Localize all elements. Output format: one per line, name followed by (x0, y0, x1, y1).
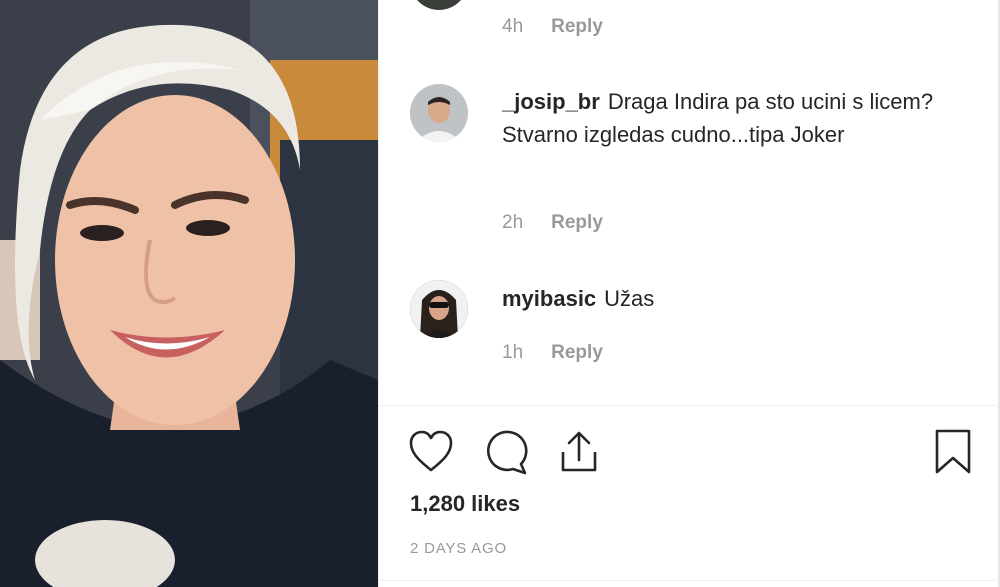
comment-meta: 4h Reply (502, 16, 603, 38)
avatar[interactable] (410, 84, 468, 142)
comment-text: _josip_br Draga Indira pa sto ucini s lic… (502, 85, 942, 151)
comment-time: 2h (502, 212, 524, 233)
comment-meta: 2h Reply (502, 212, 603, 234)
comment-username[interactable]: _josip_br (502, 89, 600, 114)
section-divider (378, 405, 1000, 406)
likes-count[interactable]: 1,280 likes (410, 491, 520, 517)
comment-meta: 1h Reply (502, 342, 603, 364)
comment-username[interactable]: myibasic (502, 286, 596, 311)
avatar[interactable] (410, 280, 468, 338)
comment-time: 4h (502, 16, 524, 37)
section-divider (378, 580, 1000, 581)
comment-body: Užas (604, 286, 655, 311)
share-upload-icon[interactable] (556, 428, 602, 481)
reply-button[interactable]: Reply (551, 212, 603, 233)
post-photo (0, 0, 378, 587)
heart-icon[interactable] (407, 428, 455, 479)
post-date[interactable]: 2 DAYS AGO (410, 540, 507, 557)
reply-button[interactable]: Reply (551, 342, 603, 363)
comment-bubble-icon[interactable] (481, 428, 531, 481)
bookmark-icon[interactable] (932, 428, 974, 481)
comment-text: myibasic Užas (502, 282, 942, 315)
reply-button[interactable]: Reply (551, 16, 603, 37)
comment-time: 1h (502, 342, 524, 363)
